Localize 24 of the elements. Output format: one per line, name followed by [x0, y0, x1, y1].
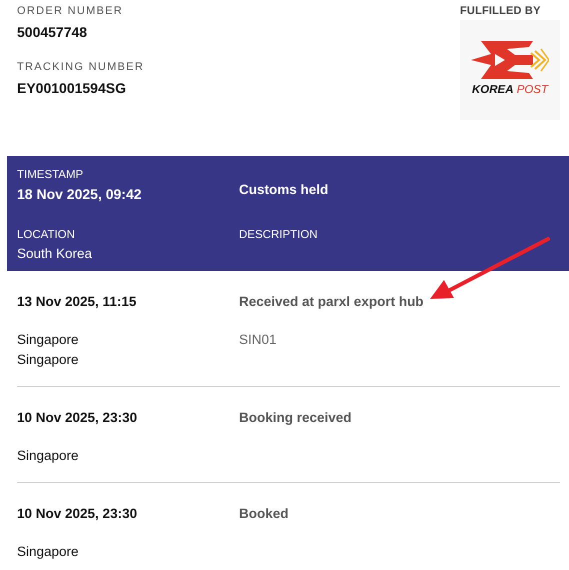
field-label: FULFILLED BY — [460, 4, 541, 18]
event-location: South Korea — [17, 244, 92, 262]
event-location: Singapore — [17, 447, 79, 465]
event-status: Booked — [239, 505, 289, 523]
event-location: Singapore — [17, 331, 79, 349]
logo-wordmark: KOREA POST — [472, 83, 548, 97]
event-timestamp: 18 Nov 2025, 09:42 — [17, 185, 142, 203]
field-label: LOCATION — [17, 228, 75, 242]
tracking-number: EY001001594SG — [17, 79, 126, 97]
order-number: 500457748 — [17, 23, 88, 41]
event-timestamp: 10 Nov 2025, 23:30 — [17, 409, 138, 427]
event-status: Customs held — [239, 182, 328, 198]
event-status: Received at parxl export hub — [239, 293, 424, 311]
field-label: TIMESTAMP — [17, 168, 84, 182]
event-status: Booking received — [239, 409, 352, 427]
event-location: Singapore — [17, 543, 79, 561]
event-location: Singapore — [17, 351, 79, 369]
event-timestamp: 13 Nov 2025, 11:15 — [17, 293, 136, 311]
field-label: DESCRIPTION — [239, 228, 318, 242]
emblem-icon — [471, 41, 549, 79]
event-detail: SIN01 — [239, 332, 277, 347]
event-timestamp: 10 Nov 2025, 23:30 — [17, 505, 138, 523]
field-label: TRACKING NUMBER — [17, 60, 144, 74]
field-label: ORDER NUMBER — [17, 4, 124, 18]
